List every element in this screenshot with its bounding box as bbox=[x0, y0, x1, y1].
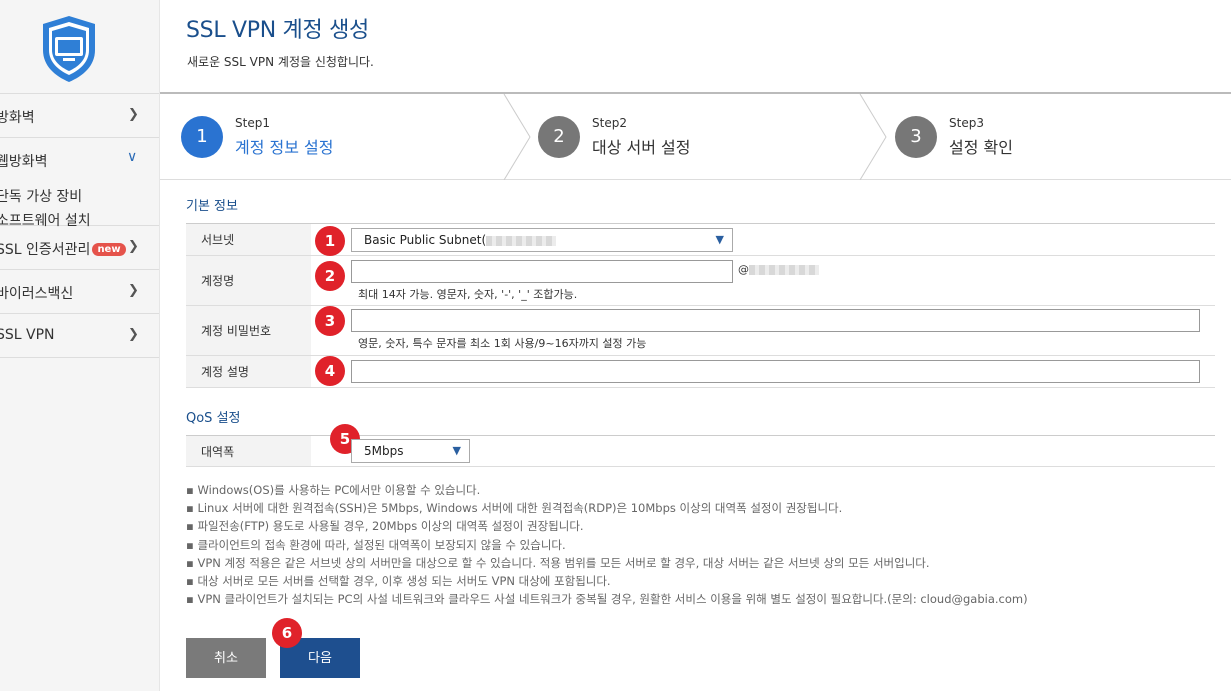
marker-2: 2 bbox=[315, 261, 345, 291]
chevron-down-icon: ∨ bbox=[127, 149, 138, 165]
note-text: 대상 서버로 모든 서버를 선택할 경우, 이후 생성 되는 서버도 VPN 대… bbox=[197, 574, 611, 589]
note-text: 클라이언트의 접속 환경에 따라, 설정된 대역폭이 보장되지 않을 수 있습니… bbox=[197, 537, 566, 552]
subnet-label: 서브넷 bbox=[186, 224, 311, 255]
marker-1: 1 bbox=[315, 226, 345, 256]
note-text: Linux 서버에 대한 원격접속(SSH)은 5Mbps, Windows 서… bbox=[197, 501, 843, 516]
subnet-select-value: Basic Public Subnet( bbox=[364, 233, 487, 247]
chevron-down-icon: ▼ bbox=[452, 444, 461, 457]
sidebar-subitem-standalone[interactable]: 단독 가상 장비 bbox=[0, 186, 82, 206]
note-text: VPN 클라이언트가 설치되는 PC의 사설 네트워크와 클라우드 사설 네트워… bbox=[197, 592, 1028, 607]
sidebar-item-firewall[interactable]: 방화벽 ❯ bbox=[0, 94, 159, 138]
logo-area bbox=[0, 0, 159, 94]
account-hint: 최대 14자 가능. 영문자, 숫자, '-', '_' 조합가능. bbox=[358, 288, 578, 301]
subnet-select[interactable]: Basic Public Subnet( ▼ bbox=[351, 228, 733, 252]
bandwidth-select-value: 5Mbps bbox=[364, 444, 404, 458]
step-2-small: Step2 bbox=[592, 116, 627, 130]
chevron-right-icon: ❯ bbox=[128, 107, 139, 122]
chevron-right-icon: ❯ bbox=[128, 283, 139, 298]
note-item: ▪ 대상 서버로 모든 서버를 선택할 경우, 이후 생성 되는 서버도 VPN… bbox=[186, 574, 611, 589]
note-text: Windows(OS)를 사용하는 PC에서만 이용할 수 있습니다. bbox=[197, 483, 481, 497]
qos-title: QoS 설정 bbox=[186, 411, 241, 426]
sidebar-item-label: SSL VPN bbox=[0, 327, 55, 343]
step-3-circle: 3 bbox=[895, 116, 937, 158]
notes-list: ▪ Windows(OS)를 사용하는 PC에서만 이용할 수 있습니다. ▪ … bbox=[186, 481, 1028, 608]
marker-3: 3 bbox=[315, 306, 345, 336]
chevron-down-icon: ▼ bbox=[715, 233, 724, 246]
sidebar-item-label: 바이러스백신 bbox=[0, 286, 74, 302]
sidebar-item-web-firewall[interactable]: 웹방화벽 ∨ 단독 가상 장비 소프트웨어 설치 bbox=[0, 138, 159, 229]
sidebar-item-antivirus[interactable]: 바이러스백신 ❯ bbox=[0, 270, 159, 314]
masked-text bbox=[749, 265, 819, 275]
note-item: ▪ VPN 계정 적용은 같은 서브넷 상의 서버만을 대상으로 할 수 있습니… bbox=[186, 555, 930, 570]
step-1-circle: 1 bbox=[181, 116, 223, 158]
cancel-button[interactable]: 취소 bbox=[186, 638, 266, 678]
password-input[interactable] bbox=[351, 309, 1200, 332]
sidebar-item-label-text: SSL 인증서관리 bbox=[0, 242, 91, 258]
account-label: 계정명 bbox=[186, 256, 311, 305]
note-item: ▪ Linux 서버에 대한 원격접속(SSH)은 5Mbps, Windows… bbox=[186, 501, 843, 516]
note-text: VPN 계정 적용은 같은 서브넷 상의 서버만을 대상으로 할 수 있습니다.… bbox=[197, 555, 930, 570]
description-label: 계정 설명 bbox=[186, 356, 311, 387]
marker-4: 4 bbox=[315, 356, 345, 386]
basic-info-title: 기본 정보 bbox=[186, 199, 238, 214]
sidebar-item-ssl-vpn[interactable]: SSL VPN ❯ bbox=[0, 314, 159, 358]
new-badge: new bbox=[92, 243, 126, 256]
note-item: ▪ Windows(OS)를 사용하는 PC에서만 이용할 수 있습니다. bbox=[186, 483, 481, 497]
chevron-right-icon: ❯ bbox=[128, 239, 139, 254]
step-1-name: 계정 정보 설정 bbox=[235, 138, 334, 157]
account-name-input[interactable] bbox=[351, 260, 733, 283]
bandwidth-label: 대역폭 bbox=[186, 436, 311, 466]
note-item: ▪ 파일전송(FTP) 용도로 사용될 경우, 20Mbps 이상의 대역폭 설… bbox=[186, 519, 584, 534]
password-label: 계정 비밀번호 bbox=[186, 306, 311, 355]
sidebar-item-label: 방화벽 bbox=[0, 110, 35, 126]
bandwidth-select[interactable]: 5Mbps ▼ bbox=[351, 439, 470, 463]
masked-text bbox=[486, 235, 557, 246]
step-2-circle: 2 bbox=[538, 116, 580, 158]
chevron-right-icon: ❯ bbox=[128, 327, 139, 342]
step-3-name: 설정 확인 bbox=[949, 138, 1013, 157]
password-hint: 영문, 숫자, 특수 문자를 최소 1회 사용/9~16자까지 설정 가능 bbox=[358, 337, 647, 350]
sidebar: 방화벽 ❯ 웹방화벽 ∨ 단독 가상 장비 소프트웨어 설치 SSL 인증서관리… bbox=[0, 0, 160, 691]
page-title: SSL VPN 계정 생성 bbox=[186, 18, 369, 43]
step-2-name: 대상 서버 설정 bbox=[592, 138, 691, 157]
step-1-small: Step1 bbox=[235, 116, 270, 130]
sidebar-item-label: SSL 인증서관리 new bbox=[0, 239, 126, 259]
note-item: ▪ 클라이언트의 접속 환경에 따라, 설정된 대역폭이 보장되지 않을 수 있… bbox=[186, 537, 566, 552]
marker-6: 6 bbox=[272, 618, 302, 648]
page-description: 새로운 SSL VPN 계정을 신청합니다. bbox=[187, 55, 374, 69]
sidebar-item-label: 웹방화벽 bbox=[0, 154, 48, 170]
description-input[interactable] bbox=[351, 360, 1200, 383]
step-indicator: 1 Step1 계정 정보 설정 2 Step2 대상 서버 설정 3 Step… bbox=[160, 94, 1231, 180]
step-3-small: Step3 bbox=[949, 116, 984, 130]
note-text: 파일전송(FTP) 용도로 사용될 경우, 20Mbps 이상의 대역폭 설정이… bbox=[197, 519, 584, 534]
sidebar-item-ssl-cert[interactable]: SSL 인증서관리 new ❯ bbox=[0, 226, 159, 270]
note-item: ▪ VPN 클라이언트가 설치되는 PC의 사설 네트워크와 클라우드 사설 네… bbox=[186, 592, 1028, 607]
account-suffix: @ bbox=[738, 263, 749, 276]
shield-monitor-icon bbox=[43, 16, 95, 82]
account-domain: @ bbox=[738, 263, 819, 276]
